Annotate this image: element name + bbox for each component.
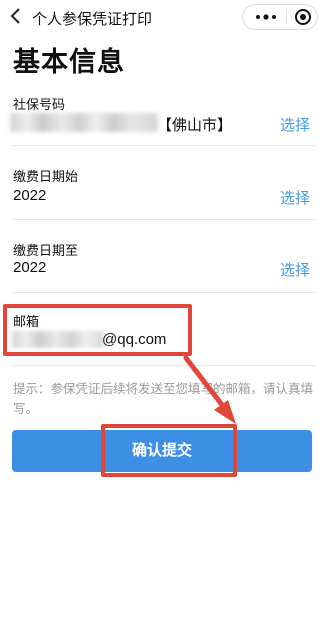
ssn-blurred-value	[10, 113, 158, 132]
page-title: 基本信息	[13, 47, 125, 77]
end-date-value[interactable]: 2022	[13, 259, 46, 276]
divider	[13, 292, 315, 293]
hint-text: 提示：参保凭证后续将发送至您填写的邮箱，请认真填写。	[13, 382, 314, 416]
ssn-label: 社保号码	[13, 97, 66, 112]
end-date-select-button[interactable]: 选择	[280, 259, 310, 280]
ssn-city[interactable]: 【佛山市】	[157, 114, 232, 135]
divider	[13, 145, 315, 146]
end-date-label: 缴费日期至	[13, 243, 79, 258]
start-date-label: 缴费日期始	[13, 169, 79, 184]
email-highlight-box	[3, 304, 192, 356]
ssn-select-button[interactable]: 选择	[280, 114, 310, 135]
miniprogram-capsule	[242, 4, 318, 30]
topbar-title: 个人参保凭证打印	[32, 11, 153, 28]
divider	[13, 219, 315, 220]
capsule-divider	[286, 10, 287, 24]
start-date-select-button[interactable]: 选择	[280, 187, 310, 208]
chevron-left-icon[interactable]	[8, 7, 24, 25]
target-icon[interactable]	[293, 7, 313, 27]
submit-highlight-box	[101, 424, 237, 477]
divider	[13, 365, 315, 366]
more-dots-icon[interactable]	[253, 5, 279, 29]
top-bar: 个人参保凭证打印	[0, 0, 326, 34]
start-date-value[interactable]: 2022	[13, 187, 46, 204]
